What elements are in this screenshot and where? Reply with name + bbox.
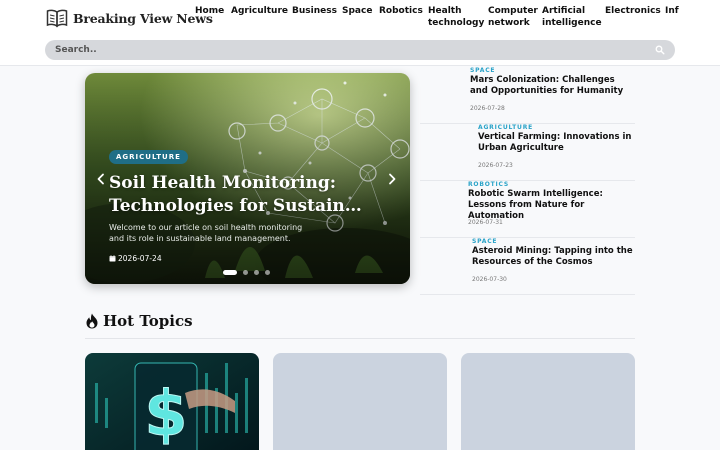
- side-article-category[interactable]: ROBOTICS: [468, 181, 509, 188]
- nav-item-computer-network[interactable]: Computer network: [488, 6, 538, 29]
- side-article[interactable]: ROBOTICS Robotic Swarm Intelligence: Les…: [420, 181, 635, 238]
- carousel-dot[interactable]: [223, 269, 237, 275]
- hero-title[interactable]: Soil Health Monitoring: Technologies for…: [109, 172, 369, 218]
- side-article-title[interactable]: Mars Colonization: Challenges and Opport…: [470, 75, 635, 97]
- carousel-dot[interactable]: [243, 269, 248, 275]
- search-input[interactable]: [45, 40, 645, 60]
- search-bar: [45, 40, 675, 60]
- nav-item-more[interactable]: Inf: [665, 6, 679, 18]
- svg-text:$: $: [144, 377, 187, 450]
- side-article-category[interactable]: SPACE: [472, 238, 497, 245]
- hot-topics-title: Hot Topics: [103, 312, 193, 330]
- calendar-icon: [109, 255, 116, 262]
- open-book-icon: [46, 9, 68, 28]
- hot-topics-heading: Hot Topics: [85, 311, 193, 331]
- side-article[interactable]: SPACE Mars Colonization: Challenges and …: [420, 67, 635, 124]
- chevron-right-icon[interactable]: [385, 172, 399, 186]
- nav-item-space[interactable]: Space: [342, 6, 372, 18]
- hero-date: 2026-07-24: [109, 254, 162, 263]
- nav-item-artificial-intelligence[interactable]: Artificial intelligence: [542, 6, 602, 29]
- site-header: Breaking View News Home Agriculture Busi…: [0, 0, 720, 66]
- hot-topic-card[interactable]: [273, 353, 447, 450]
- side-article-date: 2026-07-23: [478, 162, 513, 169]
- side-article-title[interactable]: Asteroid Mining: Tapping into the Resour…: [472, 246, 635, 268]
- featured-carousel[interactable]: AGRICULTURE Soil Health Monitoring: Tech…: [85, 73, 410, 284]
- hero-description: Welcome to our article on soil health mo…: [109, 223, 303, 243]
- side-article-date: 2026-07-30: [472, 276, 507, 283]
- fire-icon: [86, 313, 98, 329]
- nav-item-electronics[interactable]: Electronics: [605, 6, 661, 18]
- finance-image: $: [85, 353, 259, 450]
- brand-name: Breaking View News: [73, 10, 213, 26]
- hot-topic-card[interactable]: [461, 353, 635, 450]
- nav-item-business[interactable]: Business: [292, 6, 337, 18]
- search-icon[interactable]: [655, 45, 665, 55]
- carousel-dot[interactable]: [254, 269, 259, 275]
- brand-logo[interactable]: Breaking View News: [46, 7, 213, 29]
- nav-item-robotics[interactable]: Robotics: [379, 6, 423, 18]
- side-article-date: 2026-07-28: [470, 105, 505, 112]
- hot-topic-card[interactable]: $: [85, 353, 259, 450]
- nav-item-agriculture[interactable]: Agriculture: [231, 6, 288, 18]
- side-article-title[interactable]: Robotic Swarm Intelligence: Lessons from…: [468, 189, 640, 222]
- side-article-category[interactable]: AGRICULTURE: [478, 124, 533, 131]
- side-article-title[interactable]: Vertical Farming: Innovations in Urban A…: [478, 132, 635, 154]
- carousel-dot[interactable]: [265, 269, 270, 275]
- nav-item-health-technology[interactable]: Health technology: [428, 6, 484, 29]
- side-article[interactable]: SPACE Asteroid Mining: Tapping into the …: [420, 238, 635, 295]
- nav-item-home[interactable]: Home: [195, 6, 224, 18]
- section-divider: [85, 338, 635, 339]
- chevron-left-icon[interactable]: [94, 172, 108, 186]
- hero-category-badge[interactable]: AGRICULTURE: [109, 150, 188, 164]
- carousel-indicators: [223, 269, 276, 275]
- side-article[interactable]: AGRICULTURE Vertical Farming: Innovation…: [420, 124, 635, 181]
- side-article-date: 2026-07-31: [468, 219, 503, 226]
- main-nav: Home Agriculture Business Space Robotics…: [195, 6, 720, 34]
- side-article-category[interactable]: SPACE: [470, 67, 495, 74]
